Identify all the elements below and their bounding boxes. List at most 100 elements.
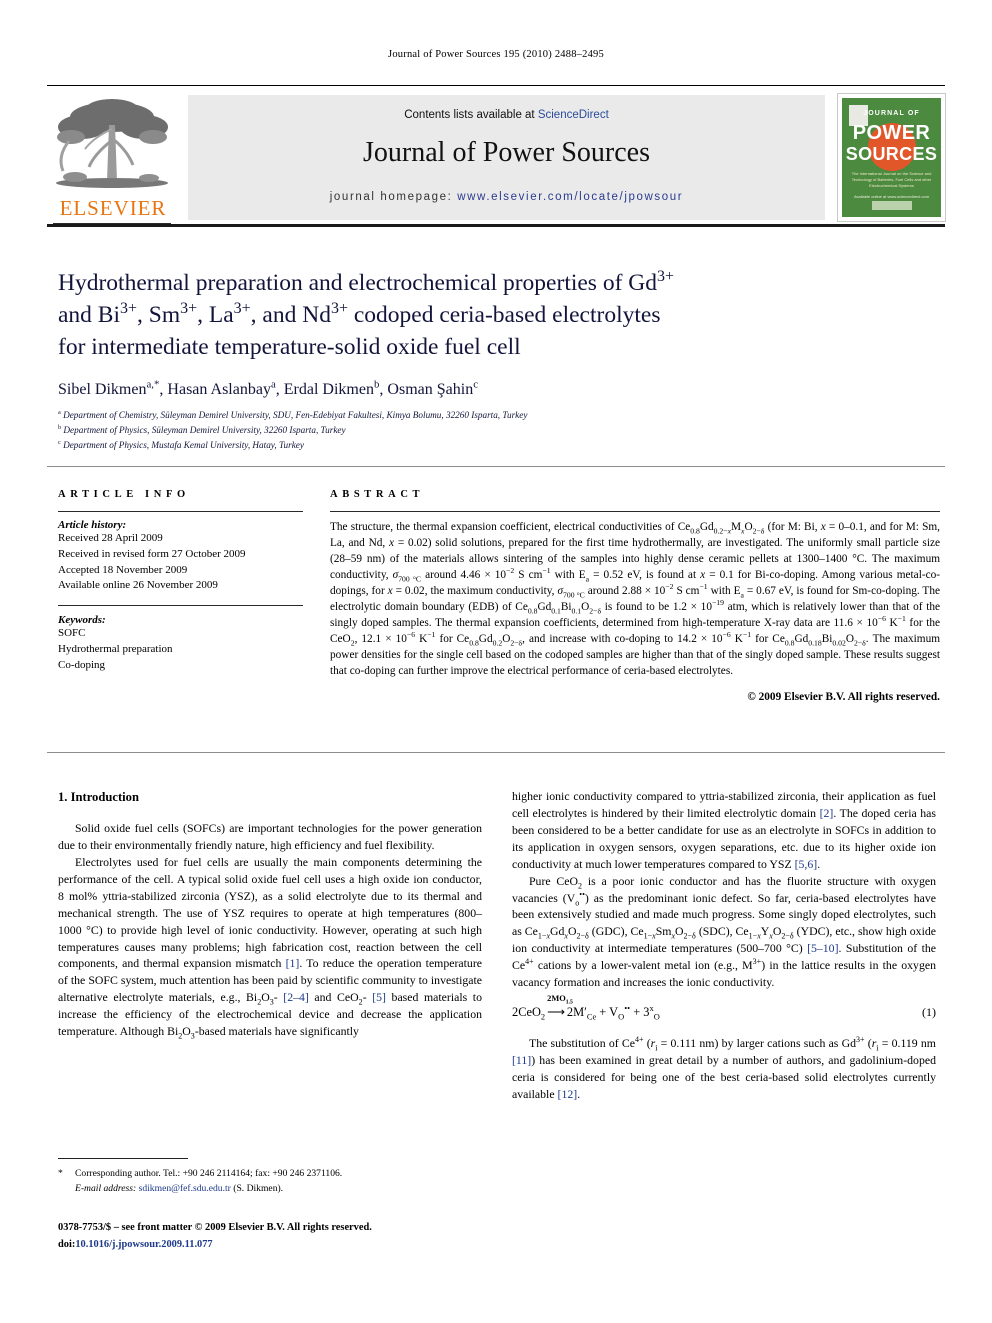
paragraph: The substitution of Ce4+ (ri = 0.111 nm)… [512,1034,936,1101]
keyword-item: Co-doping [58,658,106,671]
email-suffix: (S. Dikmen). [233,1183,284,1195]
abstract-column: ABSTRACT The structure, the thermal expa… [330,489,940,703]
masthead-bottom-rule [47,224,945,227]
title-line-2-sup-2: 3+ [180,300,198,318]
title-line-1-superscript: 3+ [657,268,674,286]
footnote-lines: Corresponding author. Tel.: +90 246 2114… [58,1166,478,1197]
equation-1-number: (1) [922,1005,936,1020]
homepage-label: journal homepage: [329,191,453,203]
title-line-2-a: and Bi [58,301,121,328]
author-affil-marks[interactable]: a [271,379,276,391]
citation-link[interactable]: [5–10] [807,941,838,955]
equation-1-body: 2CeO2 2MO1.5 ⟶ 2M′Ce + VO•• + 3xO [512,994,660,1022]
cover-power-label: POWER [852,122,931,144]
reaction-arrow-label: 2MO1.5 [547,994,573,1006]
masthead-center-band: Contents lists available at ScienceDirec… [188,95,825,220]
doi-line: doi:10.1016/j.jpowsour.2009.11.077 [58,1237,488,1254]
article-history-item: Accepted 18 November 2009 [58,563,188,576]
paragraph: Electrolytes used for fuel cells are usu… [58,854,482,1041]
email-link[interactable]: sdikmen@fef.sdu.edu.tr [139,1183,231,1194]
affiliation-mark: a [58,408,61,416]
email-label: E-mail address: [75,1183,137,1195]
imprint-block: 0378-7753/$ – see front matter © 2009 El… [58,1220,488,1253]
title-line-2-sup-4: 3+ [330,300,348,318]
title-line-1-text: Hydrothermal preparation and electrochem… [58,270,657,296]
affiliation-item: b Department of Physics, Süleyman Demire… [58,423,938,438]
author-affil-marks[interactable]: a,* [146,379,159,391]
paragraph: Solid oxide fuel cells (SOFCs) are impor… [58,821,482,852]
citation-link[interactable]: [5] [372,990,386,1004]
paragraph: higher ionic conductivity compared to yt… [512,789,937,871]
sciencedirect-link[interactable]: ScienceDirect [538,109,609,121]
author-list: Sibel Dikmena,*, Hasan Aslanbaya, Erdal … [58,378,479,398]
abstract-copyright: © 2009 Elsevier B.V. All rights reserved… [747,690,940,703]
title-line-2-c: , La [197,301,234,328]
journal-title: Journal of Power Sources [363,137,650,168]
info-band-bottom-rule [47,752,945,753]
affiliation-mark: c [58,438,61,446]
citation-link[interactable]: [1] [286,956,300,970]
footnote-rule [58,1158,188,1159]
citation-link[interactable]: [2] [820,806,834,820]
cover-subtitle: The International Journal on the Science… [851,171,932,188]
footnote-star-marker: * [58,1168,63,1179]
affiliation-text: Department of Physics, Süleyman Demirel … [63,424,346,435]
citation-link[interactable]: [2–4] [283,990,309,1004]
elsevier-tree-logo: ELSEVIER [49,95,175,226]
citation-link[interactable]: [11] [512,1053,531,1067]
running-head: Journal of Power Sources 195 (2010) 2488… [388,49,604,60]
equation-1-row: 2CeO2 2MO1.5 ⟶ 2M′Ce + VO•• + 3xO (1) [512,994,936,1022]
affiliation-text: Department of Chemistry, Süleyman Demire… [63,409,528,420]
title-line-2-d: , and Nd [250,301,331,328]
article-history-item: Received 28 April 2009 [58,532,163,544]
article-info-heading: ARTICLE INFO [58,489,190,500]
article-history-item: Received in revised form 27 October 2009 [58,547,246,560]
author-name: Hasan Aslanbay [167,380,271,398]
journal-cover-thumbnail: JOURNAL OF POWER SOURCES The Internation… [837,93,946,222]
elsevier-wordmark: ELSEVIER [59,196,167,220]
masthead-top-rule [47,85,945,86]
affiliation-mark: b [58,423,62,431]
author-affil-marks[interactable]: c [473,379,478,391]
corresponding-author-text: Corresponding author. Tel.: +90 246 2114… [75,1168,343,1179]
issn-front-matter-line: 0378-7753/$ – see front matter © 2009 El… [58,1222,372,1233]
author-name: Erdal Dikmen [283,380,374,398]
citation-link[interactable]: [5,6] [795,857,818,871]
keywords-rule [58,605,303,607]
title-line-2-b: , Sm [137,301,181,328]
abstract-heading: ABSTRACT [330,489,425,500]
abstract-body: The structure, the thermal expansion coe… [330,521,941,677]
doi-link[interactable]: 10.1016/j.jpowsour.2009.11.077 [75,1239,212,1250]
title-line-3: for intermediate temperature-solid oxide… [58,333,521,360]
author-name: Sibel Dikmen [58,380,147,398]
info-band-top-rule [47,466,945,467]
journal-masthead: ELSEVIER Contents lists available at Sci… [47,85,946,227]
title-line-2-sup-1: 3+ [120,300,138,318]
citation-link[interactable]: [12] [558,1087,578,1101]
doi-label: doi: [58,1238,76,1250]
contents-available-line: Contents lists available at ScienceDirec… [188,109,825,121]
author-name: Osman Şahin [387,380,474,398]
title-block: Hydrothermal preparation and electrochem… [58,268,938,453]
article-history-label: Article history: [58,519,127,531]
article-info-rule [58,511,303,512]
abstract-rule [330,511,940,512]
affiliation-list: a Department of Chemistry, Süleyman Demi… [58,408,938,453]
cover-journal-of-label: JOURNAL OF [863,110,920,117]
title-line-2-sup-3: 3+ [233,300,251,318]
reaction-arrow-icon: 2MO1.5 ⟶ [547,994,573,1020]
contents-available-label: Contents lists available at [404,109,538,121]
author-affil-marks[interactable]: b [374,379,379,391]
keywords-label: Keywords: [58,614,106,627]
affiliation-item: c Department of Physics, Mustafa Kemal U… [58,438,938,453]
page-title: Hydrothermal preparation and electrochem… [58,268,938,364]
journal-homepage-line: journal homepage: www.elsevier.com/locat… [188,191,825,203]
keywords-block: Keywords: SOFC Hydrothermal preparation … [58,605,303,673]
body-column-right: higher ionic conductivity compared to yt… [512,788,936,1103]
paragraph: Pure CeO2 is a poor ionic conductor and … [512,873,936,990]
article-info-column: ARTICLE INFO Article history: Received 2… [58,489,303,674]
keyword-item: SOFC [58,627,86,640]
affiliation-text: Department of Physics, Mustafa Kemal Uni… [63,439,304,450]
homepage-link[interactable]: www.elsevier.com/locate/jpowsour [457,191,683,203]
paper-page: Journal of Power Sources 195 (2010) 2488… [0,0,992,1323]
